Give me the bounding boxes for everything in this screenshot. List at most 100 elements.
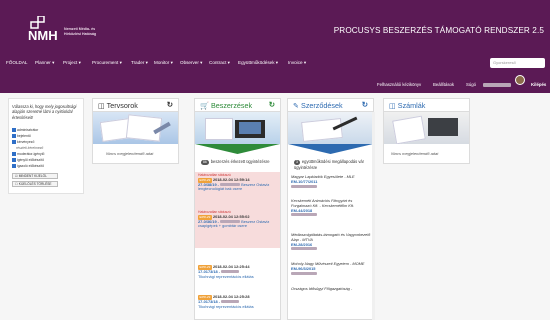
checkbox-icon xyxy=(12,164,16,168)
list-item[interactable]: EPR-29 2018-02-04 12:25:28 17-0173/18 - … xyxy=(198,294,278,309)
checkbox-icon xyxy=(12,128,16,132)
tervsorok-card: ◫ Tervsorok ↻ Nincs megjelenítendő adat xyxy=(92,98,179,164)
beszerzesek-card: 🛒 Beszerzések ↻ 86 beszerzés érkezett ügy… xyxy=(194,98,281,320)
select-all-button[interactable]: ☑ MINDENT KIJELÖL xyxy=(12,173,58,179)
filter-label: igénylő előkészítő xyxy=(17,158,44,162)
chevron-down-icon xyxy=(195,144,280,154)
manual-link[interactable]: Felhasználói kézikönyv xyxy=(377,82,421,87)
szerzodes-summary: 3 együttműködési megállapodás vár ügyinté… xyxy=(294,159,370,170)
nmhh-logo[interactable]: NMH Nemzeti Média- és Hírközlési Hatóság xyxy=(28,16,108,44)
card-title-text: Tervsorok xyxy=(106,101,138,110)
help-link[interactable]: Súgó xyxy=(466,82,476,87)
card-title: ✎ Szerződések xyxy=(293,101,343,110)
card-title-text: Beszerzések xyxy=(210,101,253,110)
filter-label: adminisztrátor xyxy=(17,128,39,132)
card-header: ✎ Szerződések ↻ xyxy=(288,99,373,112)
nav-cooperation[interactable]: Együttműködések ▾ xyxy=(238,60,278,66)
chevron-down-icon xyxy=(288,144,373,154)
checkbox-icon xyxy=(12,158,16,162)
card-title-text: Szerződések xyxy=(301,101,343,110)
list-item[interactable]: Médiaszolgáltatás-támogató és Vagyonkeze… xyxy=(291,232,371,252)
nav-planner[interactable]: Planner ▾ xyxy=(35,60,54,66)
summary-text: beszerzés érkezett ügyintézésre xyxy=(210,159,270,164)
checkbox-icon xyxy=(12,134,16,138)
card-image xyxy=(384,112,469,144)
list-item[interactable]: Határozatlan státuszú EPR-29 2018-02-04 … xyxy=(198,173,278,192)
logout-link[interactable]: Kilépés xyxy=(531,82,546,87)
item-name: Országos Idősügyi Főigazgatóság - xyxy=(291,286,353,291)
checkbox-icon xyxy=(12,140,16,144)
avatar[interactable] xyxy=(515,75,525,85)
filter-subitem: részleti kérelmező xyxy=(16,146,44,150)
username-redacted xyxy=(483,83,511,87)
nav-monitor[interactable]: Monitor ▾ xyxy=(154,60,173,66)
szamlak-card: ◫ Számlák Nincs megjelenítendő adat xyxy=(383,98,470,164)
item-name: Tikohnági reprezentációs ellátás xyxy=(198,303,254,309)
card-title: ◫ Tervsorok xyxy=(98,101,138,110)
refresh-icon[interactable]: ↻ xyxy=(362,100,368,109)
item-code: EM-10/77/2011 xyxy=(291,178,318,184)
main-nav: FŐOLDAL Planner ▾ Project ▾ Procurement … xyxy=(0,58,550,71)
list-item[interactable]: Kecskeméti Animációs Filmgyárt és Forgal… xyxy=(291,198,371,218)
nav-project[interactable]: Project ▾ xyxy=(63,60,81,66)
card-title-text: Számlák xyxy=(397,101,426,110)
checkbox-icon xyxy=(12,152,16,156)
cart-icon: 🛒 xyxy=(200,101,209,110)
nav-procurement[interactable]: Procurement ▾ xyxy=(92,60,122,66)
card-image xyxy=(93,112,178,144)
nav-home[interactable]: FŐOLDAL xyxy=(6,60,27,65)
settings-link[interactable]: Beállítások xyxy=(433,82,454,87)
empty-message: Nincs megjelenítendő adat xyxy=(106,151,154,156)
nav-invoice[interactable]: Invoice ▾ xyxy=(288,60,306,66)
filter-label: kérvényező xyxy=(17,140,35,144)
filter-checkbox[interactable]: moderátor-igénylő xyxy=(12,152,44,156)
filter-label: bejelentő xyxy=(17,134,31,138)
system-title: PROCUSYS BESZERZÉS TÁMOGATÓ RENDSZER 2.5 xyxy=(333,26,544,35)
refresh-icon[interactable]: ↻ xyxy=(269,100,275,109)
clear-selection-button[interactable]: ☐ KIJELÖLÉS TÖRLÉSE xyxy=(12,181,58,187)
filter-checkbox[interactable]: igénylő előkészítő xyxy=(12,158,44,162)
item-code: EM-44/2018 xyxy=(291,207,313,213)
refresh-icon[interactable]: ↻ xyxy=(167,100,173,109)
item-name: Médiaszolgáltatás-támogató és Vagyonkeze… xyxy=(291,232,371,242)
filter-checkbox[interactable]: kérvényező xyxy=(12,140,34,144)
book-icon: ◫ xyxy=(98,101,105,110)
filter-label: igazoló előkészítő xyxy=(17,164,44,168)
card-title: 🛒 Beszerzések xyxy=(200,101,252,110)
list-item[interactable]: Magyar Lapkiadók Egyesülete - MLE EM-10/7… xyxy=(291,174,371,189)
item-name: Tikohnági reprezentációs ellátás xyxy=(198,273,254,279)
card-image xyxy=(288,112,373,144)
beszerzes-summary: 86 beszerzés érkezett ügyintézésre xyxy=(201,159,277,165)
app-header: NMH Nemzeti Média- és Hírközlési Hatóság… xyxy=(0,0,550,58)
invoice-icon: ◫ xyxy=(389,101,396,110)
card-header: ◫ Számlák xyxy=(384,99,469,112)
user-bar: Felhasználói kézikönyv Beállítások Súgó … xyxy=(0,71,550,93)
quick-search-input[interactable]: Gyorskereső xyxy=(490,58,545,68)
card-header: 🛒 Beszerzések ↻ xyxy=(195,99,280,112)
nav-trader[interactable]: Trader ▾ xyxy=(131,60,148,66)
list-item[interactable]: Határozatlan státuszú EPR-29 2018-02-04 … xyxy=(198,210,278,229)
card-header: ◫ Tervsorok ↻ xyxy=(93,99,178,112)
filter-checkbox[interactable]: adminisztrátor xyxy=(12,128,38,132)
item-code: EM-96/3/2015 xyxy=(291,265,316,271)
logo-text: Nemzeti Média- és Hírközlési Hatóság xyxy=(64,27,97,36)
nav-contract[interactable]: Contract ▾ xyxy=(209,60,230,66)
empty-message: Nincs megjelenítendő adat xyxy=(391,151,439,156)
count-badge: 86 xyxy=(201,160,209,165)
filter-checkbox[interactable]: bejelentő xyxy=(12,134,31,138)
edit-icon: ✎ xyxy=(293,101,300,110)
card-title: ◫ Számlák xyxy=(389,101,425,110)
summary-text: együttműködési megállapodás vár ügyintéz… xyxy=(294,159,365,170)
select-all-label: MINDENT KIJELÖL xyxy=(18,174,47,178)
scrollbar[interactable] xyxy=(372,112,375,320)
item-name: Kecskeméti Animációs Filmgyárt és Forgal… xyxy=(291,198,355,208)
list-item[interactable]: Moholy-Nagy Művészeti Egyetem - MOME EM-9… xyxy=(291,261,371,276)
logo-mark-icon: NMH xyxy=(28,16,58,42)
list-item[interactable]: Országos Idősügyi Főigazgatóság - xyxy=(291,286,371,292)
list-item[interactable]: EPR-29 2018-02-04 12:25:44 17-0173/18 - … xyxy=(198,264,278,279)
nav-observer[interactable]: Observer ▾ xyxy=(180,60,202,66)
item-code: EM-28/2016 xyxy=(291,241,313,247)
filter-checkbox[interactable]: igazoló előkészítő xyxy=(12,164,44,168)
filter-label: moderátor-igénylő xyxy=(17,152,45,156)
svg-text:NMH: NMH xyxy=(28,28,58,42)
